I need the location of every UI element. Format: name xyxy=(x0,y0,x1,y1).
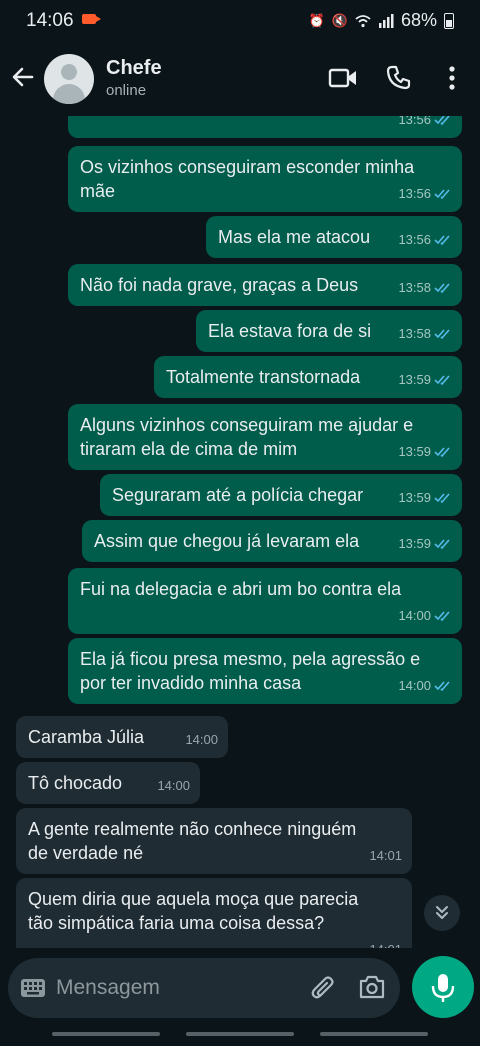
message-text: Alguns vizinhos conseguiram me ajudar e … xyxy=(80,415,414,459)
message-bubble[interactable]: Não foi nada grave, graças a Deus 13:58 xyxy=(68,264,462,306)
message-text: Tô chocado xyxy=(28,773,123,793)
nav-back-handle[interactable] xyxy=(320,1032,428,1036)
message-text: Totalmente transtornada xyxy=(166,367,361,387)
wifi-icon xyxy=(355,14,371,27)
camera-icon[interactable] xyxy=(358,974,386,1000)
status-time: 14:06 xyxy=(26,10,74,31)
message-meta: 13:56 xyxy=(398,228,452,252)
arrow-left-icon[interactable] xyxy=(8,62,38,92)
message-text: Não foi nada grave, graças a Deus xyxy=(80,275,359,295)
phone-icon[interactable] xyxy=(386,64,412,90)
message-bubble[interactable]: Alguns vizinhos conseguiram me ajudar e … xyxy=(68,404,462,470)
message-meta: 13:59 xyxy=(398,440,452,464)
read-ticks-icon xyxy=(434,116,450,126)
message-text: Seguraram até a polícia chegar xyxy=(112,485,364,505)
keyboard-icon[interactable] xyxy=(20,978,46,998)
message-meta: 14:00 xyxy=(398,674,452,698)
read-ticks-icon xyxy=(434,493,450,504)
read-ticks-icon xyxy=(434,375,450,386)
message-bubble[interactable]: Ela estava fora de si 13:58 xyxy=(196,310,462,352)
mic-icon xyxy=(431,974,455,1002)
avatar-body xyxy=(53,84,85,104)
message-bubble[interactable]: Quem diria que aquela moça que parecia t… xyxy=(16,878,412,948)
avatar[interactable] xyxy=(44,54,94,104)
message-input[interactable]: Mensagem xyxy=(56,976,160,1000)
message-bubble[interactable]: Ela já ficou presa mesmo, pela agressão … xyxy=(68,638,462,704)
scroll-to-bottom-button[interactable] xyxy=(424,895,460,931)
message-text: Mas ela me atacou xyxy=(218,227,371,247)
status-bar: 14:06 ⏰ 🔇 68% xyxy=(0,0,480,42)
message-text: Caramba Júlia xyxy=(28,727,145,747)
message-bubble[interactable]: Mas ela me atacou 13:56 xyxy=(206,216,462,258)
system-nav-bar xyxy=(0,1024,480,1046)
message-bubble[interactable]: Seguraram até a polícia chegar 13:59 xyxy=(100,474,462,516)
message-composer[interactable]: Mensagem xyxy=(8,958,400,1018)
nav-recent-handle[interactable] xyxy=(52,1032,160,1036)
read-ticks-icon xyxy=(434,611,450,622)
nav-home-handle[interactable] xyxy=(186,1032,294,1036)
message-text: Ela já ficou presa mesmo, pela agressão … xyxy=(80,649,421,693)
read-ticks-icon xyxy=(434,681,450,692)
read-ticks-icon xyxy=(434,447,450,458)
message-text: Fui na delegacia e abri um bo contra ela xyxy=(80,579,402,599)
video-call-icon[interactable] xyxy=(328,66,358,90)
message-meta: 14:01 xyxy=(369,848,402,863)
mic-button[interactable] xyxy=(412,956,474,1018)
message-meta: 13:56 xyxy=(398,182,452,206)
message-meta: 14:01 xyxy=(369,938,402,948)
read-ticks-icon xyxy=(434,539,450,550)
read-ticks-icon xyxy=(434,235,450,246)
message-list[interactable]: 13:56 Os vizinhos conseguiram esconder m… xyxy=(0,116,480,948)
status-icons: ⏰ 🔇 68% xyxy=(309,10,454,31)
message-meta: 13:56 xyxy=(398,116,452,132)
message-text: Ela estava fora de si xyxy=(208,321,372,341)
message-text: Quem diria que aquela moça que parecia t… xyxy=(28,889,359,933)
more-vert-icon[interactable] xyxy=(444,64,460,92)
contact-name[interactable]: Chefe xyxy=(106,57,162,80)
message-bubble[interactable]: 13:56 xyxy=(68,116,462,138)
read-ticks-icon xyxy=(434,189,450,200)
avatar-head xyxy=(61,64,77,80)
message-bubble[interactable]: Totalmente transtornada 13:59 xyxy=(154,356,462,398)
paperclip-icon[interactable] xyxy=(310,974,336,1002)
alarm-icon: ⏰ xyxy=(308,12,326,28)
message-meta: 13:59 xyxy=(398,368,452,392)
chat-header: Chefe online xyxy=(0,42,480,116)
read-ticks-icon xyxy=(434,283,450,294)
message-meta: 14:00 xyxy=(185,732,218,747)
message-meta: 13:58 xyxy=(398,276,452,300)
message-text: Assim que chegou já levaram ela xyxy=(94,531,360,551)
message-meta: 14:00 xyxy=(157,778,190,793)
message-bubble[interactable]: A gente realmente não conhece ninguém de… xyxy=(16,808,412,874)
signal-icon xyxy=(378,13,394,28)
message-text: A gente realmente não conhece ninguém de… xyxy=(28,819,357,863)
battery-icon xyxy=(444,12,454,29)
message-text: Os vizinhos conseguiram esconder minha m… xyxy=(80,157,415,201)
contact-status: online xyxy=(106,82,147,99)
message-meta: 13:59 xyxy=(398,486,452,510)
message-bubble[interactable]: Tô chocado 14:00 xyxy=(16,762,200,804)
message-bubble[interactable]: Assim que chegou já levaram ela 13:59 xyxy=(82,520,462,562)
message-bubble[interactable]: Os vizinhos conseguiram esconder minha m… xyxy=(68,146,462,212)
battery-percentage: 68% xyxy=(400,10,437,30)
double-chevron-down-icon xyxy=(436,906,448,919)
read-ticks-icon xyxy=(434,329,450,340)
message-bubble[interactable]: Caramba Júlia 14:00 xyxy=(16,716,228,758)
message-meta: 14:00 xyxy=(398,604,452,628)
mute-icon: 🔇 xyxy=(331,12,349,28)
screen-record-icon xyxy=(82,14,101,24)
message-meta: 13:59 xyxy=(398,532,452,556)
message-meta: 13:58 xyxy=(398,322,452,346)
message-bubble[interactable]: Fui na delegacia e abri um bo contra ela… xyxy=(68,568,462,634)
